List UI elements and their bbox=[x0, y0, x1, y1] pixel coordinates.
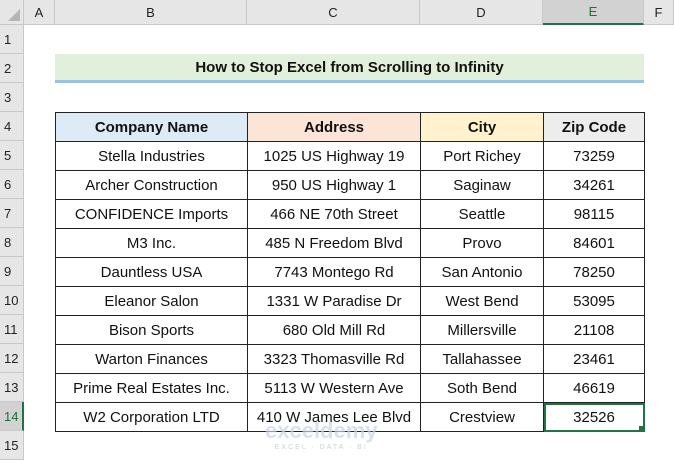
row-header-12[interactable]: 12 bbox=[0, 344, 24, 373]
row-header-5[interactable]: 5 bbox=[0, 141, 24, 170]
company-name-cell[interactable]: Dauntless USA bbox=[55, 257, 248, 287]
address-cell[interactable]: 1025 US Highway 19 bbox=[247, 141, 421, 171]
zip-code-cell[interactable]: 53095 bbox=[543, 286, 645, 316]
row-header-2[interactable]: 2 bbox=[0, 54, 24, 83]
address-cell[interactable]: 5113 W Western Ave bbox=[247, 373, 421, 403]
address-cell[interactable]: 1331 W Paradise Dr bbox=[247, 286, 421, 316]
row-header-4[interactable]: 4 bbox=[0, 112, 24, 141]
table-row: Bison Sports 680 Old Mill Rd Millersville 2… bbox=[55, 315, 645, 345]
company-name-cell[interactable]: W2 Corporation LTD bbox=[55, 402, 248, 432]
row-header-3[interactable]: 3 bbox=[0, 83, 24, 112]
city-cell[interactable]: West Bend bbox=[420, 286, 544, 316]
row-header-15[interactable]: 15 bbox=[0, 431, 24, 460]
city-cell[interactable]: San Antonio bbox=[420, 257, 544, 287]
table-row: Warton Finances 3323 Thomasville Rd Tallah… bbox=[55, 344, 645, 374]
zip-code-cell[interactable]: 84601 bbox=[543, 228, 645, 258]
city-cell[interactable]: Saginaw bbox=[420, 170, 544, 200]
zip-code-cell[interactable]: 73259 bbox=[543, 141, 645, 171]
row-header-9[interactable]: 9 bbox=[0, 257, 24, 286]
company-name-cell[interactable]: Archer Construction bbox=[55, 170, 248, 200]
table-row: Dauntless USA 7743 Montego Rd San Antonio 7… bbox=[55, 257, 645, 287]
select-all-button[interactable] bbox=[0, 0, 24, 25]
company-name-cell[interactable]: Warton Finances bbox=[55, 344, 248, 374]
header-zip-code[interactable]: Zip Code bbox=[543, 112, 645, 142]
zip-code-cell[interactable]: 23461 bbox=[543, 344, 645, 374]
column-header-e[interactable]: E bbox=[543, 0, 644, 25]
company-name-cell[interactable]: Stella Industries bbox=[55, 141, 248, 171]
row-header-6[interactable]: 6 bbox=[0, 170, 24, 199]
table-row: Prime Real Estates Inc. 5113 W Western Av… bbox=[55, 373, 645, 403]
column-header-d[interactable]: D bbox=[420, 0, 543, 25]
table-row: M3 Inc. 485 N Freedom Blvd Provo 84601 bbox=[55, 228, 645, 258]
company-table: Company Name Address City Zip Code Stell… bbox=[55, 112, 645, 432]
header-company-name[interactable]: Company Name bbox=[55, 112, 248, 142]
address-cell[interactable]: 950 US Highway 1 bbox=[247, 170, 421, 200]
city-cell[interactable]: Crestview bbox=[420, 402, 544, 432]
column-header-f[interactable]: F bbox=[644, 0, 674, 25]
row-header-7[interactable]: 7 bbox=[0, 199, 24, 228]
table-row: Archer Construction 950 US Highway 1 Sagin… bbox=[55, 170, 645, 200]
column-header-c[interactable]: C bbox=[247, 0, 420, 25]
address-cell[interactable]: 3323 Thomasville Rd bbox=[247, 344, 421, 374]
company-name-cell[interactable]: Eleanor Salon bbox=[55, 286, 248, 316]
table-row: Stella Industries 1025 US Highway 19 Port … bbox=[55, 141, 645, 171]
zip-code-cell[interactable]: 78250 bbox=[543, 257, 645, 287]
row-header-8[interactable]: 8 bbox=[0, 228, 24, 257]
zip-code-cell[interactable]: 32526 bbox=[543, 402, 645, 432]
city-cell[interactable]: Tallahassee bbox=[420, 344, 544, 374]
column-header-a[interactable]: A bbox=[24, 0, 55, 25]
row-header-1[interactable]: 1 bbox=[0, 25, 24, 54]
company-name-cell[interactable]: CONFIDENCE Imports bbox=[55, 199, 248, 229]
zip-code-cell[interactable]: 34261 bbox=[543, 170, 645, 200]
address-cell[interactable]: 485 N Freedom Blvd bbox=[247, 228, 421, 258]
city-cell[interactable]: Provo bbox=[420, 228, 544, 258]
city-cell[interactable]: Millersville bbox=[420, 315, 544, 345]
row-header-14[interactable]: 14 bbox=[0, 402, 24, 431]
city-cell[interactable]: Soth Bend bbox=[420, 373, 544, 403]
header-address[interactable]: Address bbox=[247, 112, 421, 142]
company-name-cell[interactable]: Bison Sports bbox=[55, 315, 248, 345]
row-header-10[interactable]: 10 bbox=[0, 286, 24, 315]
exceldemy-watermark: exceldemy EXCEL · DATA · BI bbox=[265, 418, 378, 451]
address-cell[interactable]: 7743 Montego Rd bbox=[247, 257, 421, 287]
city-cell[interactable]: Port Richey bbox=[420, 141, 544, 171]
address-cell[interactable]: 466 NE 70th Street bbox=[247, 199, 421, 229]
city-cell[interactable]: Seattle bbox=[420, 199, 544, 229]
row-header-13[interactable]: 13 bbox=[0, 373, 24, 402]
sheet-title[interactable]: How to Stop Excel from Scrolling to Infi… bbox=[55, 54, 644, 83]
zip-code-cell[interactable]: 46619 bbox=[543, 373, 645, 403]
table-row: CONFIDENCE Imports 466 NE 70th Street Seat… bbox=[55, 199, 645, 229]
zip-code-cell[interactable]: 98115 bbox=[543, 199, 645, 229]
company-name-cell[interactable]: M3 Inc. bbox=[55, 228, 248, 258]
column-header-b[interactable]: B bbox=[55, 0, 247, 25]
address-cell[interactable]: 680 Old Mill Rd bbox=[247, 315, 421, 345]
table-row: Eleanor Salon 1331 W Paradise Dr West Bend… bbox=[55, 286, 645, 316]
row-header-11[interactable]: 11 bbox=[0, 315, 24, 344]
company-name-cell[interactable]: Prime Real Estates Inc. bbox=[55, 373, 248, 403]
zip-code-cell[interactable]: 21108 bbox=[543, 315, 645, 345]
header-city[interactable]: City bbox=[420, 112, 544, 142]
